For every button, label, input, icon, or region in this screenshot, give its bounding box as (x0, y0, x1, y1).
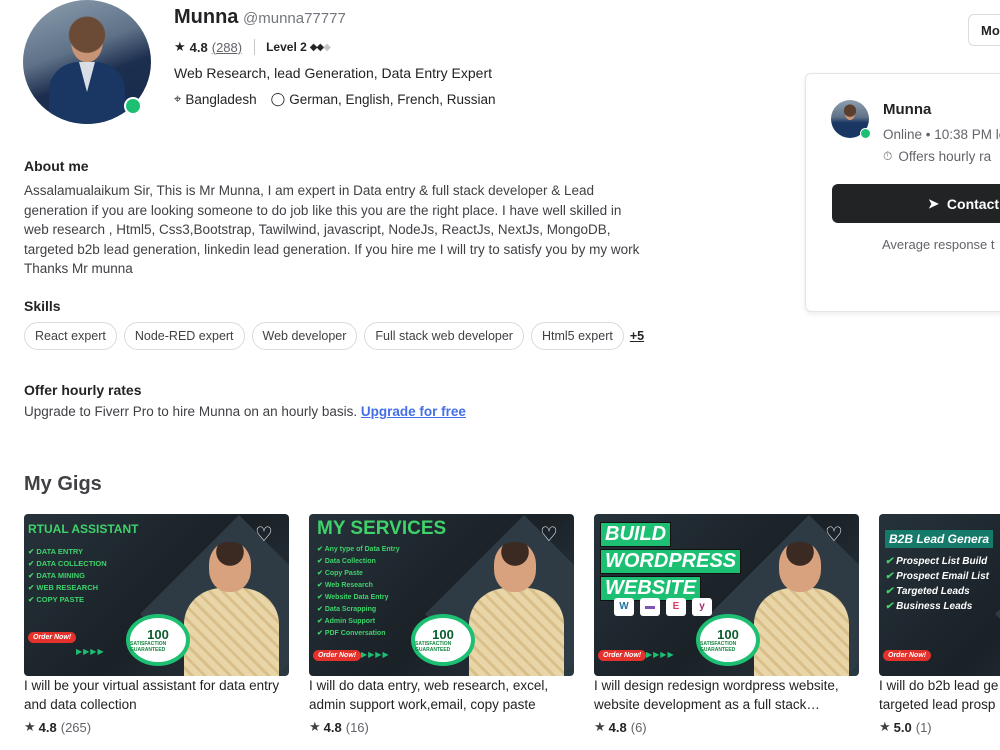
order-now-tag: Order Now! (883, 650, 932, 661)
gig-title[interactable]: I will do b2b lead ge targeted lead pros… (879, 677, 1000, 715)
gig-thumbnail[interactable]: BUILD WORDPRESS WEBSITE W ▬ E y 100 SATIS… (594, 514, 859, 676)
woocommerce-icon: ▬ (640, 598, 660, 616)
profile-handle: @munna77777 (243, 10, 346, 27)
rating-row: ★ 4.8 (288) Level 2 ◆◆◆ (174, 39, 331, 55)
seller-photo (184, 588, 279, 676)
skill-chip[interactable]: React expert (24, 322, 117, 350)
online-status-dot (124, 97, 142, 115)
yoast-icon: y (692, 598, 712, 616)
profile-tagline: Web Research, lead Generation, Data Entr… (174, 65, 493, 81)
guarantee-badge: 100 SATISFACTION GUARANTEED (126, 614, 190, 666)
profile-name: Munna (174, 6, 239, 28)
gig-image-title: BUILD WORDPRESS WEBSITE (600, 522, 750, 603)
gig-rating: ★ 4.8 (6) (594, 719, 647, 735)
gig-thumbnail[interactable]: B2B Lead Genera Prospect List Build Pros… (879, 514, 1000, 676)
skills-heading: Skills (24, 298, 61, 314)
gig-title[interactable]: I will be your virtual assistant for dat… (24, 677, 286, 715)
gig-card[interactable]: B2B Lead Genera Prospect List Build Pros… (879, 514, 1000, 735)
skill-chip[interactable]: Full stack web developer (364, 322, 524, 350)
card-status: Online • 10:38 PM lo (883, 127, 1000, 142)
gig-thumbnail[interactable]: MY SERVICES Any type of Data Entry Data … (309, 514, 574, 676)
about-heading: About me (24, 158, 89, 174)
card-online-dot (860, 128, 871, 139)
offer-description: Upgrade to Fiverr Pro to hire Munna on a… (24, 404, 361, 419)
gig-rating: ★ 5.0 (1) (879, 719, 932, 735)
contact-button-label: Contact (946, 195, 1000, 212)
upgrade-link[interactable]: Upgrade for free (361, 404, 466, 419)
heart-icon[interactable]: ♡ (538, 524, 560, 546)
more-skills-link[interactable]: +5 (630, 329, 644, 343)
star-icon: ★ (879, 719, 891, 734)
seller-photo (754, 588, 849, 676)
skill-chip[interactable]: Node-RED expert (123, 322, 245, 350)
guarantee-badge: 100 SATISFACTION GUARANTEED (696, 614, 760, 666)
arrows-icon: ▶▶▶▶ (646, 650, 675, 659)
gig-title[interactable]: I will design redesign wordpress website… (594, 677, 856, 715)
arrows-icon: ▶▶▶▶ (76, 647, 105, 656)
wordpress-icon: W (614, 598, 634, 616)
languages-text: German, English, French, Russian (289, 91, 496, 107)
about-text: Assalamualaikum Sir, This is Mr Munna, I… (24, 183, 640, 276)
gig-thumbnail[interactable]: RTUAL ASSISTANT DATA ENTRY DATA COLLECTI… (24, 514, 289, 676)
gig-card[interactable]: MY SERVICES Any type of Data Entry Data … (309, 514, 574, 735)
offer-text: Upgrade to Fiverr Pro to hire Munna on a… (24, 404, 466, 419)
profile-meta: ⌖ Bangladesh ◯ German, English, French, … (174, 91, 496, 107)
platform-logos: W ▬ E y (614, 598, 718, 616)
chat-bubble-icon: ◯ (270, 91, 286, 106)
seller-level: Level 2 (266, 40, 307, 54)
gig-image-list: DATA ENTRY DATA COLLECTION DATA MINING W… (28, 546, 106, 606)
order-now-tag: Order Now! (28, 632, 77, 643)
order-now-tag: Order Now! (313, 650, 362, 661)
gig-rating: ★ 4.8 (265) (24, 719, 92, 735)
order-now-tag: Order Now! (598, 650, 647, 661)
star-icon: ★ (309, 719, 321, 734)
gig-card[interactable]: RTUAL ASSISTANT DATA ENTRY DATA COLLECTI… (24, 514, 289, 735)
rating-value: 4.8 (189, 39, 208, 55)
arrows-icon: ▶▶▶▶ (361, 650, 390, 659)
location-text: Bangladesh (185, 91, 257, 107)
star-icon: ★ (174, 39, 186, 54)
divider (254, 39, 256, 55)
skill-chip[interactable]: Web developer (251, 322, 358, 350)
gig-image-title: RTUAL ASSISTANT (28, 522, 139, 536)
offer-heading: Offer hourly rates (24, 382, 142, 398)
skills-list: React expert Node-RED expert Web develop… (24, 322, 644, 350)
card-offer-text: Offers hourly ra (898, 149, 992, 164)
gig-title[interactable]: I will do data entry, web research, exce… (309, 677, 571, 715)
heart-icon[interactable]: ♡ (253, 524, 275, 546)
average-response: Average response t (882, 237, 995, 252)
gig-image-list: Prospect List Build Prospect Email List … (885, 554, 989, 614)
reviews-count-link[interactable]: (288) (212, 40, 242, 55)
send-icon: ➤ (928, 195, 939, 211)
contact-button[interactable]: ➤ Contact (832, 184, 1000, 223)
skill-chip[interactable]: Html5 expert (530, 322, 624, 350)
gig-image-title: MY SERVICES (317, 518, 447, 539)
gig-rating: ★ 4.8 (16) (309, 719, 369, 735)
gig-card[interactable]: BUILD WORDPRESS WEBSITE W ▬ E y 100 SATIS… (594, 514, 859, 735)
card-offer: ⏱ Offers hourly ra (883, 149, 991, 164)
card-name: Munna (883, 101, 932, 118)
gigs-heading: My Gigs (24, 473, 102, 495)
elementor-icon: E (666, 598, 686, 616)
more-button[interactable]: Mo (968, 14, 1000, 46)
heart-icon[interactable]: ♡ (823, 524, 845, 546)
seller-photo (469, 588, 564, 676)
clock-icon: ⏱ (883, 149, 893, 163)
star-icon: ★ (24, 719, 36, 734)
gig-image-title: B2B Lead Genera (885, 530, 994, 548)
guarantee-badge: 100 SATISFACTION GUARANTEED (411, 614, 475, 666)
gig-image-list: Any type of Data Entry Data Collection C… (317, 544, 400, 640)
star-icon: ★ (594, 719, 606, 734)
location-pin-icon: ⌖ (174, 91, 182, 106)
level-diamonds-icon: ◆◆◆ (309, 41, 331, 53)
